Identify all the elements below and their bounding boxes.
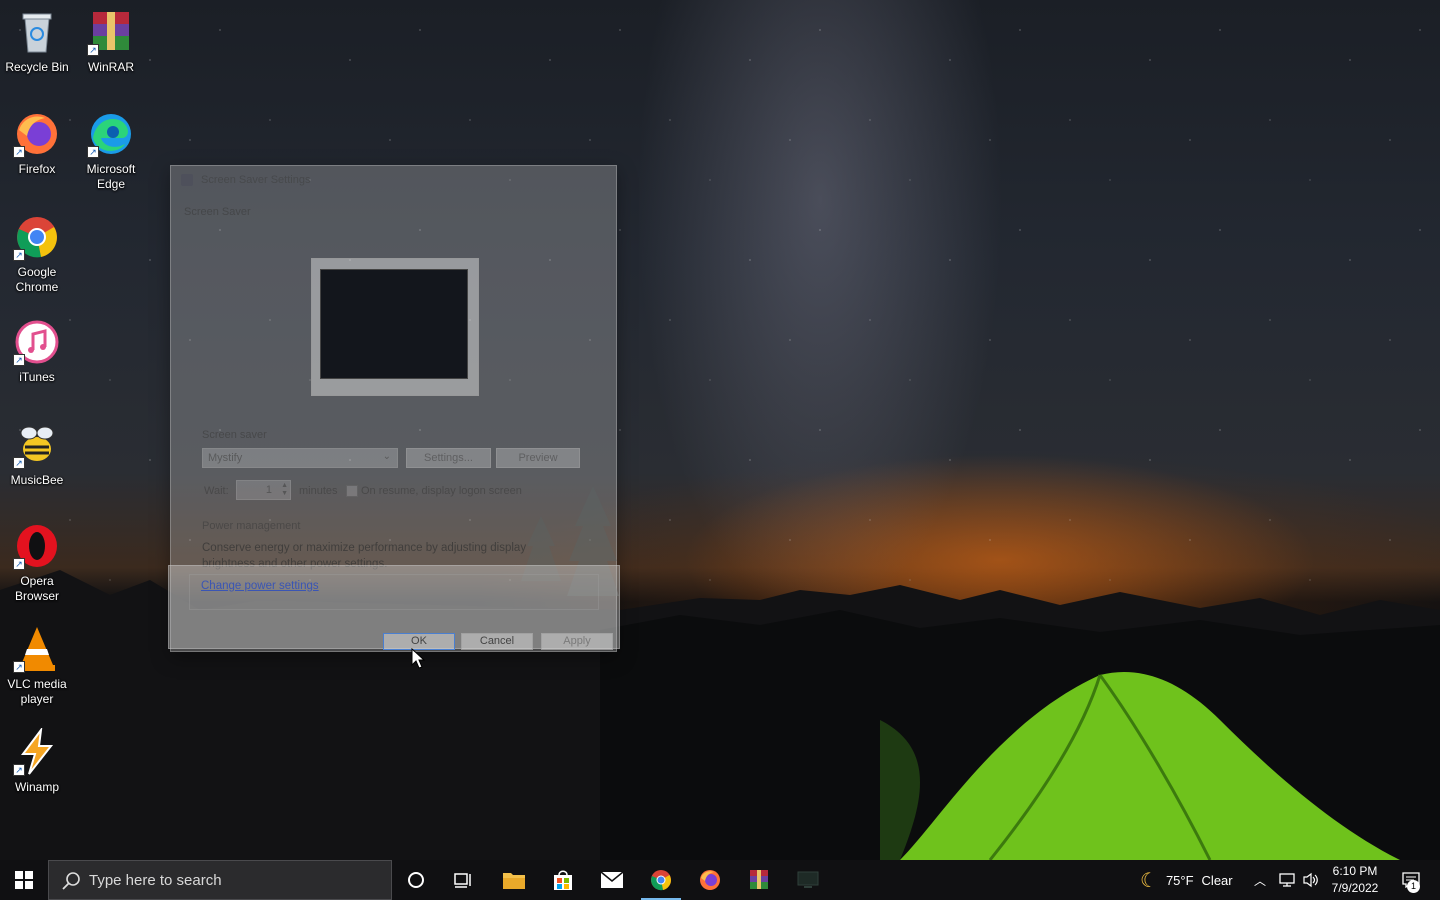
- resume-logon-checkbox[interactable]: [346, 485, 358, 497]
- taskbar-screen-saver-window[interactable]: [784, 860, 832, 900]
- store-bag-icon: [554, 870, 572, 890]
- screen-saver-icon: [797, 871, 819, 888]
- task-view-button[interactable]: [440, 860, 488, 900]
- clock-date: 7/9/2022: [1331, 881, 1379, 895]
- desktop-icon-label: MusicBee: [10, 473, 64, 487]
- firefox-icon: [700, 870, 720, 890]
- taskbar-winrar[interactable]: [735, 860, 783, 900]
- winrar-icon: [750, 870, 768, 889]
- cancel-button[interactable]: Cancel: [461, 633, 533, 650]
- search-placeholder: Type here to search: [89, 872, 222, 889]
- itunes-icon: ↗: [13, 318, 61, 366]
- desktop-icon-label: Microsoft Edge: [86, 162, 136, 191]
- winrar-icon: ↗: [87, 8, 135, 56]
- task-view-icon: [454, 873, 471, 888]
- taskbar-chrome[interactable]: [637, 860, 685, 900]
- desktop-icon-musicbee[interactable]: ↗ MusicBee: [0, 421, 74, 488]
- weather-widget[interactable]: ☾ 75°F Clear: [1140, 860, 1233, 900]
- desktop-icon-label: iTunes: [19, 370, 55, 384]
- speaker-icon: [1303, 872, 1318, 888]
- desktop-icon-edge[interactable]: ↗ Microsoft Edge: [74, 110, 148, 192]
- weather-temperature: 75°F: [1165, 872, 1194, 888]
- dialog-title: Screen Saver Settings: [201, 174, 311, 186]
- clock-time: 6:10 PM: [1332, 864, 1378, 878]
- wait-label: Wait:: [204, 485, 229, 497]
- spinner-arrows-icon[interactable]: ▲ ▼: [281, 482, 288, 498]
- screensaver-select-value: Mystify: [208, 452, 243, 464]
- chrome-icon: ↗: [13, 213, 61, 261]
- desktop-icon-recycle-bin[interactable]: Recycle Bin: [0, 8, 74, 75]
- chrome-icon: [651, 870, 671, 891]
- desktop-icon-label: Recycle Bin: [5, 60, 69, 74]
- desktop-icon-itunes[interactable]: ↗ iTunes: [0, 318, 74, 385]
- apply-button[interactable]: Apply: [541, 633, 613, 650]
- settings-button[interactable]: Settings...: [406, 448, 491, 468]
- edge-icon: ↗: [87, 110, 135, 158]
- taskbar-clock[interactable]: 6:10 PM 7/9/2022: [1322, 863, 1388, 897]
- power-settings-panel: Change power settings OK Cancel Apply: [168, 565, 620, 650]
- desktop-icon-opera[interactable]: ↗ Opera Browser: [0, 522, 74, 604]
- cortana-circle-icon: [408, 872, 424, 888]
- cortana-button[interactable]: [392, 860, 440, 900]
- change-power-settings-link[interactable]: Change power settings: [201, 580, 319, 592]
- taskbar-mail[interactable]: [588, 860, 636, 900]
- screen-saver-icon: [181, 174, 193, 186]
- green-tent-illustration: [880, 672, 1400, 860]
- monitor-preview-screen: [320, 269, 468, 379]
- resume-logon-label: On resume, display logon screen: [361, 485, 522, 497]
- recycle-bin-icon: [13, 8, 61, 56]
- desktop-icon-vlc[interactable]: ↗ VLC media player: [0, 625, 74, 707]
- desktop-icon-chrome[interactable]: ↗ Google Chrome: [0, 213, 74, 295]
- notification-count-badge: 1: [1407, 880, 1420, 893]
- chevron-up-icon: ︿: [1254, 873, 1267, 888]
- folder-icon: [503, 873, 525, 889]
- screensaver-select[interactable]: Mystify ⌄: [202, 448, 398, 468]
- windows-logo-icon: [15, 871, 33, 889]
- power-management-label: Power management: [202, 520, 301, 532]
- taskbar-firefox[interactable]: [686, 860, 734, 900]
- musicbee-icon: ↗: [13, 421, 61, 469]
- start-button[interactable]: [0, 860, 48, 900]
- wait-minutes-value: 1: [265, 484, 272, 496]
- chevron-down-icon: ⌄: [382, 451, 391, 462]
- desktop-icon-label: Firefox: [18, 162, 56, 176]
- desktop-icon-firefox[interactable]: ↗ Firefox: [0, 110, 74, 177]
- volume-control[interactable]: [1302, 860, 1320, 900]
- desktop-icon-winamp[interactable]: ↗ Winamp: [0, 726, 74, 795]
- wait-minutes-stepper[interactable]: 1 ▲ ▼: [236, 480, 291, 500]
- desktop-icon-label: Google Chrome: [15, 265, 59, 294]
- taskbar-microsoft-store[interactable]: [539, 860, 587, 900]
- network-status[interactable]: [1278, 860, 1296, 900]
- desktop-icon-label: WinRAR: [87, 60, 134, 74]
- monitor-preview: [311, 258, 479, 396]
- screensaver-label: Screen saver: [202, 429, 267, 441]
- show-hidden-icons-button[interactable]: ︿: [1254, 860, 1266, 900]
- search-icon: [62, 872, 80, 890]
- preview-button[interactable]: Preview: [496, 448, 580, 468]
- action-center-button[interactable]: 1: [1394, 860, 1428, 900]
- taskbar-file-explorer[interactable]: [490, 860, 538, 900]
- desktop-icon-label: Opera Browser: [14, 574, 59, 603]
- vlc-icon: ↗: [13, 625, 61, 673]
- network-icon: [1279, 873, 1295, 887]
- taskbar-search-box[interactable]: Type here to search: [48, 860, 392, 900]
- firefox-icon: ↗: [13, 110, 61, 158]
- moon-icon: ☾: [1140, 869, 1158, 892]
- desktop-icon-winrar[interactable]: ↗ WinRAR: [74, 8, 148, 75]
- taskbar: Type here to search ☾ 75°F Clear ︿ 6:10 …: [0, 860, 1440, 900]
- mail-envelope-icon: [600, 871, 624, 888]
- winamp-icon: ↗: [13, 726, 61, 776]
- opera-icon: ↗: [13, 522, 61, 570]
- desktop-icon-label: Winamp: [14, 780, 59, 794]
- tab-screen-saver[interactable]: Screen Saver: [184, 206, 251, 218]
- mouse-pointer-icon: [411, 648, 425, 669]
- weather-condition: Clear: [1201, 872, 1233, 888]
- desktop-icon-label: VLC media player: [7, 677, 67, 706]
- minutes-label: minutes: [299, 485, 338, 497]
